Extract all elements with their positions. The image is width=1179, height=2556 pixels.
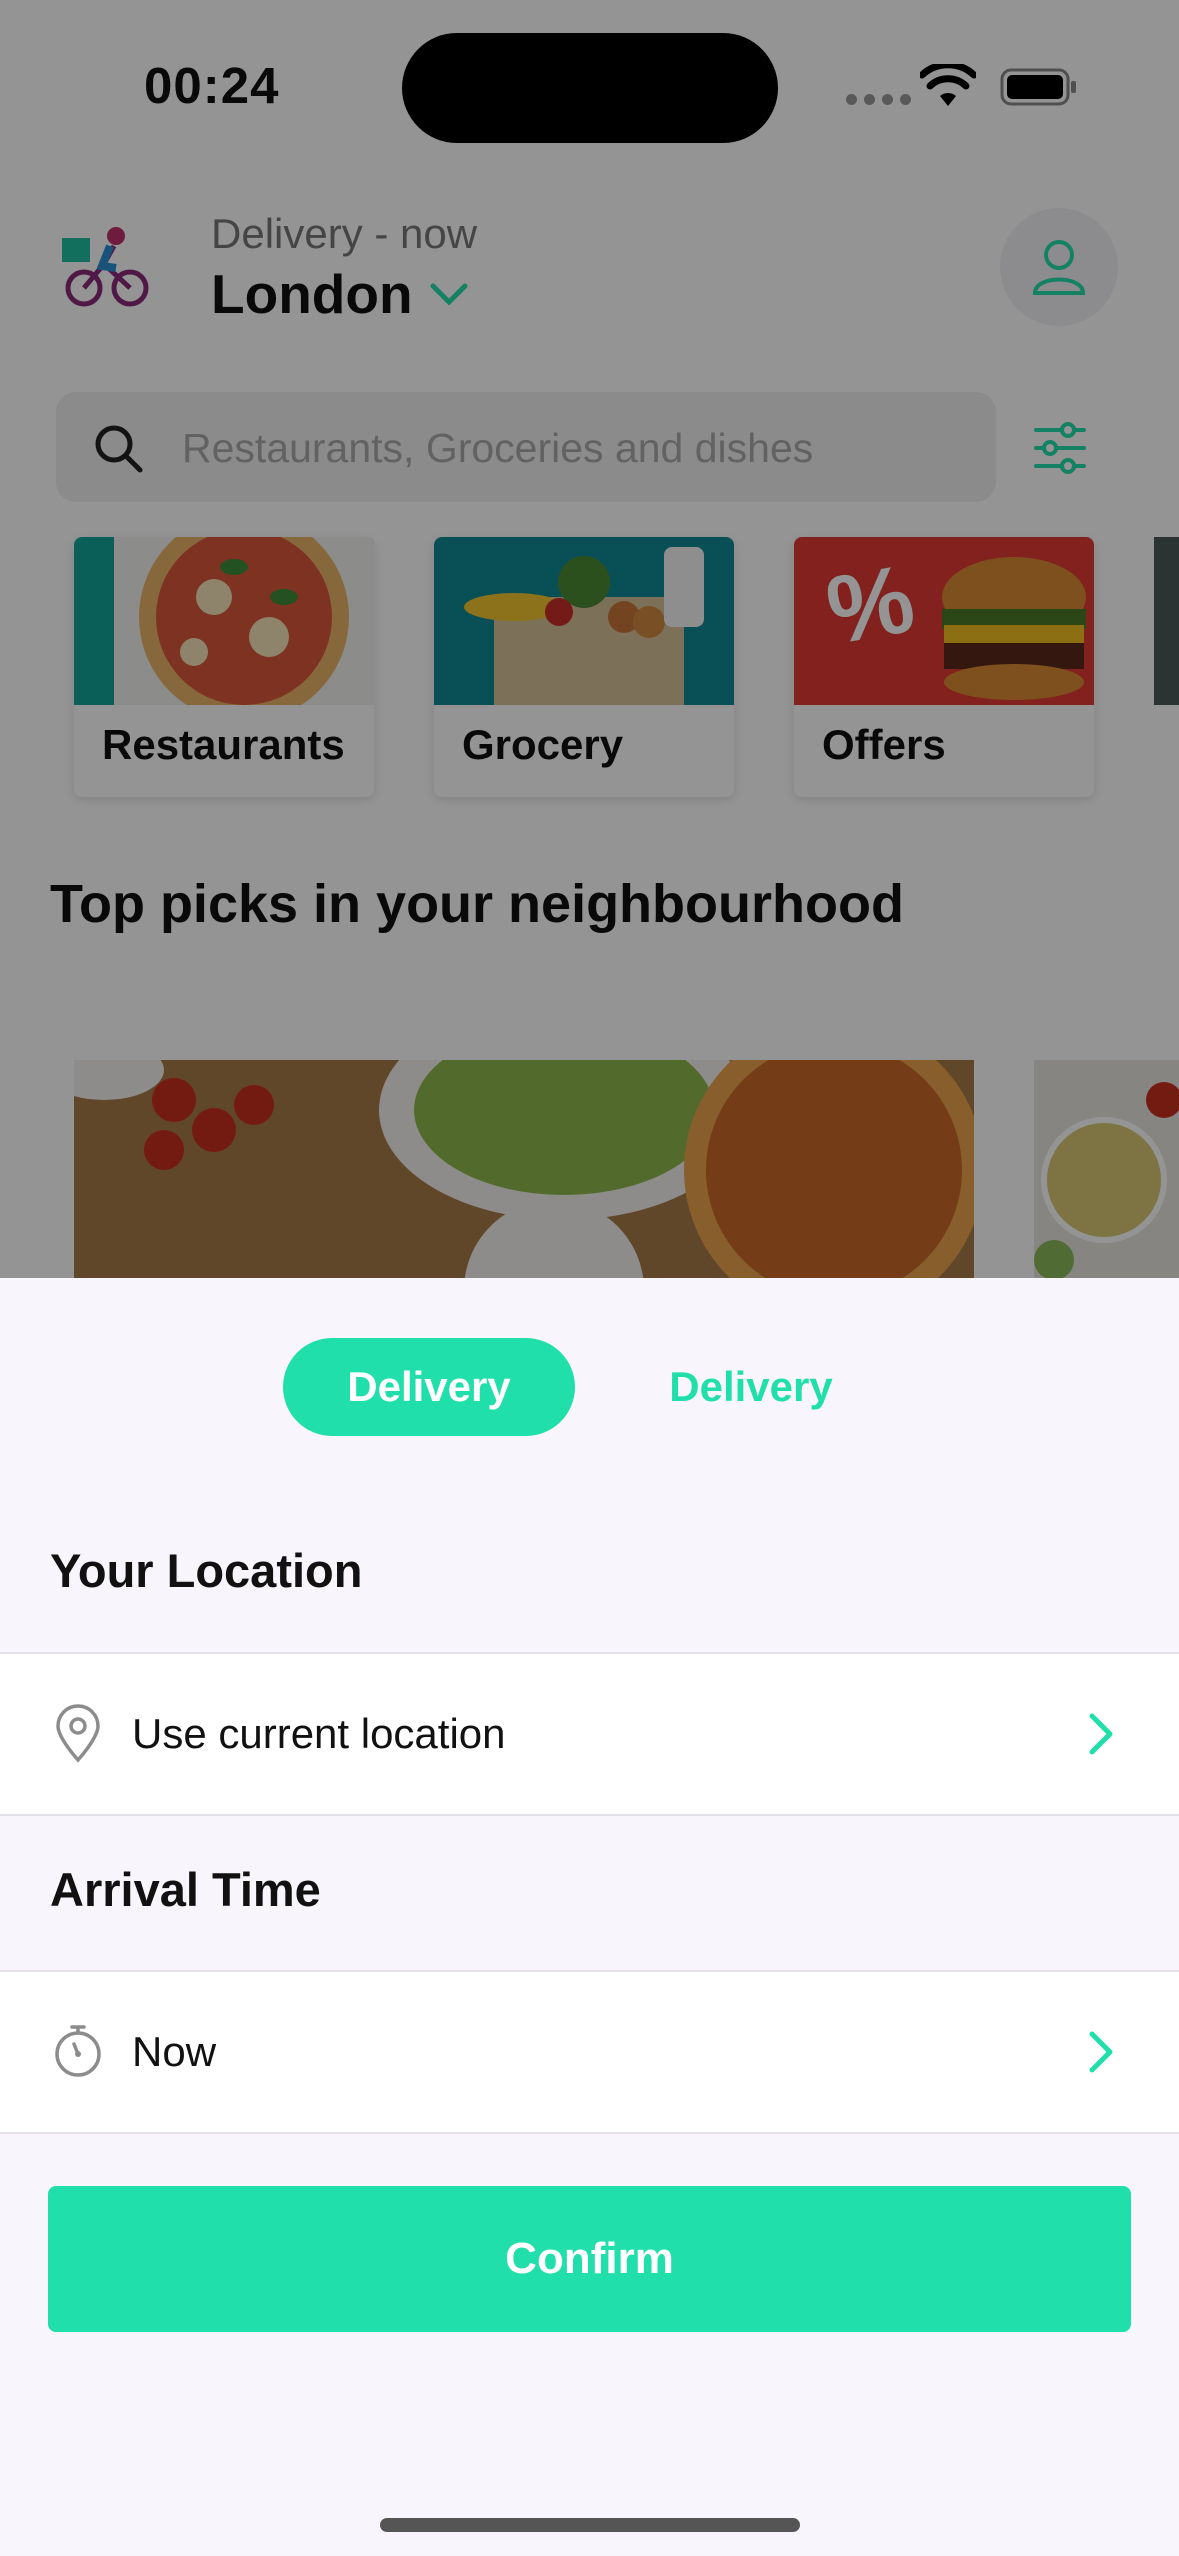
arrival-time-heading: Arrival Time [50,1863,321,1916]
arrival-time-value: Now [132,2028,217,2075]
arrival-time-row[interactable]: Now [0,1970,1179,2134]
location-pin-icon [56,1704,100,1763]
clock-icon [55,2025,101,2077]
tab-delivery-inactive[interactable]: Delivery [636,1338,866,1436]
delivery-options-sheet: Delivery Delivery Your Location Use curr… [0,1278,1179,2556]
location-value: Use current location [132,1710,506,1757]
location-heading: Your Location [50,1544,363,1597]
chevron-right-icon [1089,1713,1113,1755]
background-app: 00:24 Delivery - now London Restaurants,… [0,0,1179,1280]
tab-delivery-active[interactable]: Delivery [283,1338,575,1436]
modal-scrim[interactable] [0,0,1179,1280]
home-indicator[interactable] [380,2518,800,2532]
location-row[interactable]: Use current location [0,1652,1179,1816]
chevron-right-icon [1089,2031,1113,2073]
confirm-button[interactable]: Confirm [48,2186,1131,2332]
